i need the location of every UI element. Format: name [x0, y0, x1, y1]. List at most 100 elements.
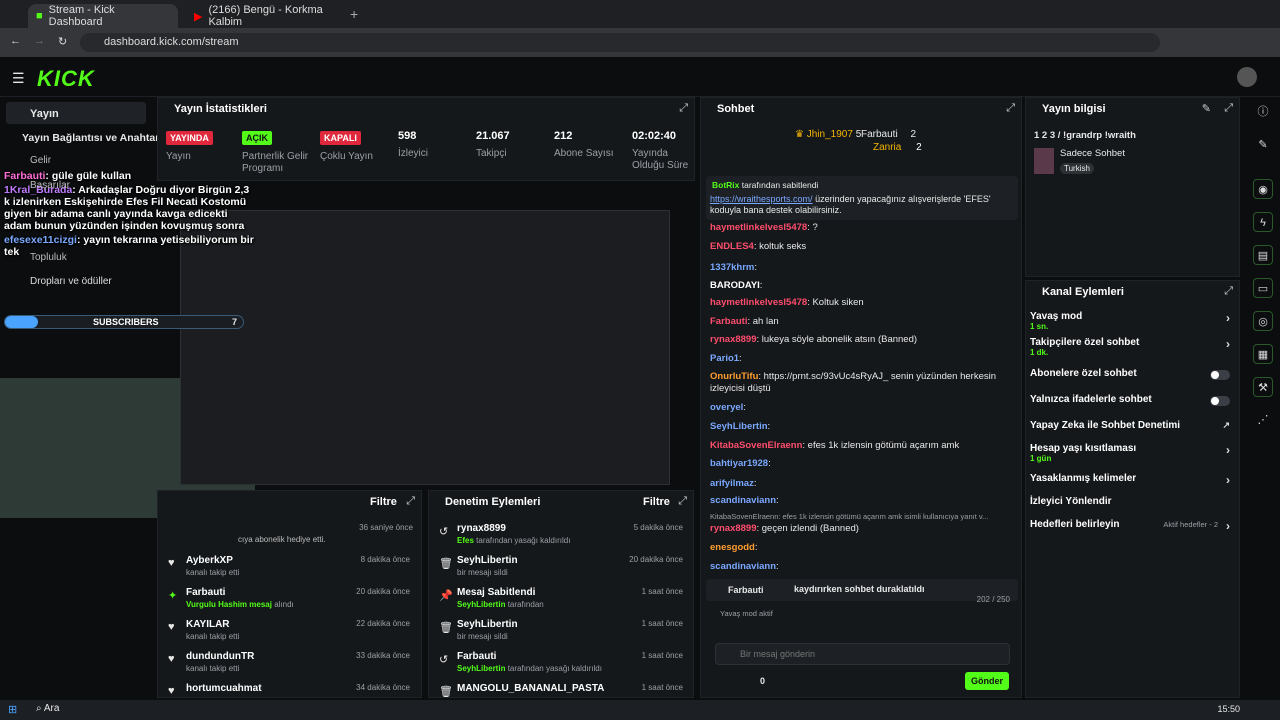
filter-button[interactable]: Filtre: [370, 496, 397, 508]
chat-username[interactable]: scandinaviann: [710, 495, 776, 506]
chat-message[interactable]: 1337khrm:: [710, 262, 1015, 274]
emotes-only-toggle[interactable]: [1210, 396, 1230, 406]
redirect-viewers-action[interactable]: İzleyici Yönlendir: [1030, 496, 1230, 507]
chat-message[interactable]: bahtiyar1928:: [710, 458, 1015, 470]
activity-item: ✦ Farbauti Vurgulu Hashim mesaj alındı 20 d…: [168, 587, 418, 609]
windows-start-icon[interactable]: ⊞: [8, 703, 17, 716]
expand-icon[interactable]: ⤢: [1224, 102, 1233, 115]
chat-message[interactable]: ENDLES4: koltuk seks: [710, 241, 1015, 253]
tab-youtube[interactable]: ▶ (2166) Bengü - Korkma Kalbim: [186, 4, 346, 28]
sidebar-item-yayin[interactable]: Yayın: [6, 102, 146, 124]
ai-moderation-action[interactable]: Yapay Zeka ile Sohbet Denetimi ↗: [1030, 420, 1230, 431]
chat-username[interactable]: BARODAYI: [710, 280, 760, 291]
edit-icon[interactable]: ✎: [1202, 102, 1211, 115]
chat-message[interactable]: arifyilmaz:: [710, 478, 1015, 490]
expand-icon[interactable]: ⤢: [1224, 285, 1233, 298]
tools-icon[interactable]: ⚒: [1253, 377, 1273, 397]
chat-username[interactable]: SeyhLibertin: [710, 421, 768, 432]
chat-message[interactable]: Farbauti: ah lan: [710, 316, 1015, 328]
chat-username[interactable]: haymetlinkelvesl5478: [710, 222, 807, 233]
chat-icon[interactable]: ▭: [1253, 278, 1273, 298]
chat-username[interactable]: OnurluTifu: [710, 371, 758, 382]
kick-logo[interactable]: KICK: [37, 66, 95, 92]
chat-username[interactable]: KitabaSovenElraenn: [710, 440, 802, 451]
chat-message[interactable]: rynax8899: geçen izlendi (Banned): [710, 523, 1015, 535]
chat-username[interactable]: haymetlinkelvesl5478: [710, 297, 807, 308]
set-goals-action[interactable]: Hedefleri belirleyin Aktif hedefler - 2 ›: [1030, 519, 1230, 533]
stat-subs: 212 Abone Sayısı: [554, 130, 613, 160]
emotes-only-action[interactable]: Yalnızca ifadelerle sohbet: [1030, 394, 1230, 406]
chatter-name: Zanria: [873, 142, 902, 153]
subs-only-action[interactable]: Abonelere özel sohbet: [1030, 368, 1230, 380]
chat-paused-bar[interactable]: Farbauti kaydırırken sohbet duraklatıldı…: [706, 579, 1018, 604]
chat-username[interactable]: enesgodd: [710, 542, 755, 553]
slow-mode-action[interactable]: Yavaş mod 1 sn. ›: [1030, 311, 1230, 331]
chat-message[interactable]: SeyhLibertin:: [710, 421, 1015, 433]
activity-note: cıya abonelik hediye etti.: [238, 535, 326, 544]
subs-only-toggle[interactable]: [1210, 370, 1230, 380]
chat-message[interactable]: scandinaviann:: [710, 495, 1015, 507]
chat-username[interactable]: 1337khrm: [710, 262, 754, 273]
stat-label: Takipçi: [476, 148, 507, 159]
sidebar-item-basarilar[interactable]: Başarılar: [30, 180, 70, 191]
followers-only-action[interactable]: Takipçilere özel sohbet 1 dk. ›: [1030, 337, 1230, 357]
chat-text: :: [759, 280, 763, 291]
chat-username[interactable]: rynax8899: [710, 523, 756, 534]
chat-message[interactable]: scandinaviann:: [710, 561, 1015, 573]
forward-icon[interactable]: →: [34, 35, 45, 47]
tab-kick-dashboard[interactable]: ■ Stream - Kick Dashboard: [28, 4, 178, 28]
chat-username[interactable]: Farbauti: [710, 316, 747, 327]
url-field[interactable]: dashboard.kick.com/stream: [80, 33, 1160, 52]
panel-title: Sohbet: [717, 103, 755, 115]
send-button[interactable]: Gönder: [965, 672, 1009, 690]
chat-message[interactable]: enesgodd:: [710, 542, 1015, 554]
account-age-action[interactable]: Hesap yaşı kısıtlaması 1 gün ›: [1030, 443, 1230, 463]
sidebar-item-stream-key[interactable]: Yayın Bağlantısı ve Anahtarı: [22, 132, 162, 144]
new-tab-icon[interactable]: +: [350, 6, 358, 22]
layers-icon[interactable]: ▦: [1253, 344, 1273, 364]
chat-username[interactable]: Pario1: [710, 353, 739, 364]
expand-icon[interactable]: ⤢: [406, 495, 415, 508]
filter-button[interactable]: Filtre: [643, 496, 670, 508]
chat-username[interactable]: arifyilmaz: [710, 478, 754, 489]
mod-time: 1 saat önce: [641, 683, 683, 692]
back-icon[interactable]: ←: [10, 35, 21, 47]
sidebar-item-droplar[interactable]: Dropları ve ödüller: [30, 276, 112, 287]
chat-message[interactable]: OnurluTifu: https://prnt.sc/93vUc4sRyAJ_…: [710, 371, 1015, 395]
chat-message[interactable]: rynax8899: lukeya söyle abonelik atsın (…: [710, 334, 1015, 346]
chat-input[interactable]: [715, 643, 1010, 665]
chat-message[interactable]: overyel:: [710, 402, 1015, 414]
lightning-icon[interactable]: ϟ: [1253, 212, 1273, 232]
sidebar-item-topluluk[interactable]: Topluluk: [30, 252, 67, 263]
info-icon[interactable]: ⓘ: [1253, 102, 1273, 122]
chat-username[interactable]: scandinaviann: [710, 561, 776, 572]
chat-message[interactable]: haymetlinkelvesl5478: Koltuk siken: [710, 297, 1015, 309]
camera-icon[interactable]: ◉: [1253, 179, 1273, 199]
chat-username[interactable]: bahtiyar1928: [710, 458, 768, 469]
pinned-link[interactable]: https://wraithesports.com/: [710, 194, 813, 204]
heart-icon: ♥: [168, 621, 175, 633]
expand-icon[interactable]: ⤢: [678, 495, 687, 508]
chat-username[interactable]: rynax8899: [710, 334, 756, 345]
sidebar-item-gelir[interactable]: Gelir: [30, 155, 51, 166]
avatar[interactable]: [1237, 67, 1257, 87]
chat-message[interactable]: BARODAYI:: [710, 280, 1015, 292]
menu-icon[interactable]: ☰: [12, 70, 25, 87]
taskbar-search[interactable]: ⌕ Ara: [36, 703, 59, 714]
chat-message[interactable]: Pario1:: [710, 353, 1015, 365]
banned-words-action[interactable]: Yasaklanmış kelimeler ›: [1030, 473, 1230, 487]
edit-icon[interactable]: ✎: [1253, 135, 1273, 155]
expand-icon[interactable]: ⤢: [679, 102, 688, 115]
chat-username[interactable]: ENDLES4: [710, 241, 754, 252]
tab-label: (2166) Bengü - Korkma Kalbim: [208, 4, 323, 28]
chat-username[interactable]: overyel: [710, 402, 743, 413]
share-icon[interactable]: ⋰: [1253, 410, 1273, 430]
chat-message[interactable]: KitabaSovenElraenn: efes 1k izlensin göt…: [710, 440, 1015, 452]
expand-icon[interactable]: ⤢: [1006, 102, 1015, 115]
chat-message[interactable]: haymetlinkelvesl5478: ?: [710, 222, 1015, 234]
stat-label: Partnerlik Gelir Programı: [242, 151, 309, 174]
document-icon[interactable]: ▤: [1253, 245, 1273, 265]
stat-value: 598: [398, 130, 417, 142]
broadcast-icon[interactable]: ◎: [1253, 311, 1273, 331]
reload-icon[interactable]: ↻: [58, 35, 67, 48]
